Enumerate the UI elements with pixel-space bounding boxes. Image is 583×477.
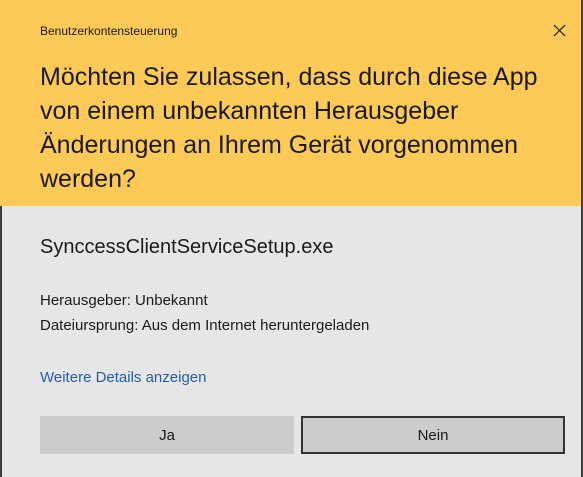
uac-dialog: Benutzerkontensteuerung Möchten Sie zula… bbox=[0, 0, 583, 477]
publisher-info: Herausgeber: Unbekannt bbox=[40, 292, 208, 309]
show-details-link[interactable]: Weitere Details anzeigen bbox=[40, 369, 206, 386]
app-name: SynccessClientServiceSetup.exe bbox=[40, 236, 334, 258]
file-origin-info: Dateiursprung: Aus dem Internet herunter… bbox=[40, 317, 370, 334]
close-icon bbox=[553, 24, 566, 37]
yes-button[interactable]: Ja bbox=[40, 416, 294, 454]
no-button[interactable]: Nein bbox=[301, 416, 565, 454]
dialog-header: Benutzerkontensteuerung Möchten Sie zula… bbox=[0, 0, 583, 206]
consent-question: Möchten Sie zulassen, dass durch diese A… bbox=[40, 63, 538, 193]
window-title: Benutzerkontensteuerung bbox=[40, 24, 178, 38]
close-button[interactable] bbox=[545, 16, 575, 46]
